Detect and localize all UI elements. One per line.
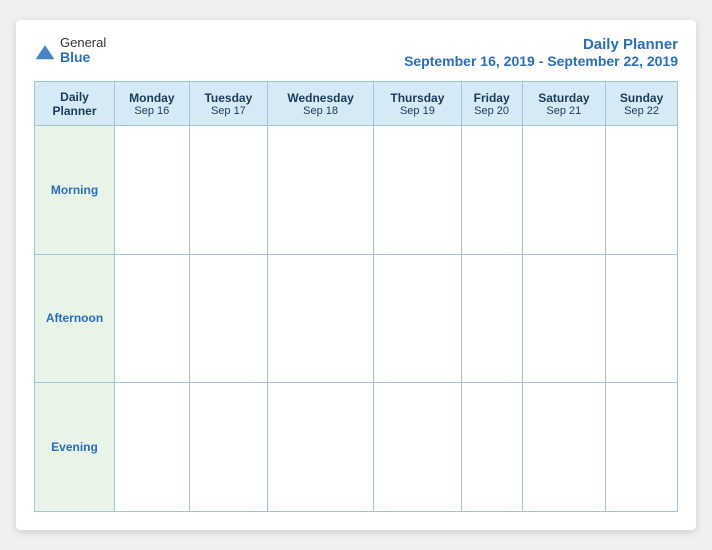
cell-tuesday-afternoon[interactable]: [189, 254, 267, 383]
cell-wednesday-morning[interactable]: [268, 126, 374, 255]
generalblue-logo-icon: [34, 42, 56, 64]
cell-friday-evening[interactable]: [461, 383, 522, 512]
cell-wednesday-evening[interactable]: [268, 383, 374, 512]
cell-sunday-evening[interactable]: [606, 383, 678, 512]
cell-thursday-afternoon[interactable]: [374, 254, 462, 383]
cell-thursday-morning[interactable]: [374, 126, 462, 255]
row-label-morning: Morning: [35, 126, 115, 255]
logo-area: General Blue: [34, 36, 106, 66]
col-header-monday: Monday Sep 16: [115, 82, 190, 126]
row-label-afternoon: Afternoon: [35, 254, 115, 383]
calendar-table: Daily Planner Monday Sep 16 Tuesday Sep …: [34, 81, 678, 512]
col-header-wednesday: Wednesday Sep 18: [268, 82, 374, 126]
cell-sunday-morning[interactable]: [606, 126, 678, 255]
row-label-evening: Evening: [35, 383, 115, 512]
logo-text: General Blue: [60, 36, 106, 66]
cell-monday-morning[interactable]: [115, 126, 190, 255]
cell-friday-morning[interactable]: [461, 126, 522, 255]
cell-sunday-afternoon[interactable]: [606, 254, 678, 383]
row-morning: Morning: [35, 126, 678, 255]
cell-tuesday-evening[interactable]: [189, 383, 267, 512]
col-header-saturday: Saturday Sep 21: [522, 82, 606, 126]
cell-friday-afternoon[interactable]: [461, 254, 522, 383]
title-area: Daily Planner September 16, 2019 - Septe…: [404, 36, 678, 69]
cell-wednesday-afternoon[interactable]: [268, 254, 374, 383]
col-header-friday: Friday Sep 20: [461, 82, 522, 126]
row-evening: Evening: [35, 383, 678, 512]
logo-blue-text: Blue: [60, 50, 106, 65]
cell-saturday-evening[interactable]: [522, 383, 606, 512]
col-header-tuesday: Tuesday Sep 17: [189, 82, 267, 126]
cell-saturday-morning[interactable]: [522, 126, 606, 255]
cell-monday-evening[interactable]: [115, 383, 190, 512]
cell-thursday-evening[interactable]: [374, 383, 462, 512]
col-header-sunday: Sunday Sep 22: [606, 82, 678, 126]
cell-monday-afternoon[interactable]: [115, 254, 190, 383]
planner-subtitle: September 16, 2019 - September 22, 2019: [404, 53, 678, 69]
header: General Blue Daily Planner September 16,…: [34, 36, 678, 69]
col-header-daily-planner: Daily Planner: [35, 82, 115, 126]
header-row: Daily Planner Monday Sep 16 Tuesday Sep …: [35, 82, 678, 126]
planner-title: Daily Planner: [404, 36, 678, 53]
planner-container: General Blue Daily Planner September 16,…: [16, 20, 696, 530]
row-afternoon: Afternoon: [35, 254, 678, 383]
cell-tuesday-morning[interactable]: [189, 126, 267, 255]
col-header-thursday: Thursday Sep 19: [374, 82, 462, 126]
logo-general-text: General: [60, 36, 106, 50]
cell-saturday-afternoon[interactable]: [522, 254, 606, 383]
